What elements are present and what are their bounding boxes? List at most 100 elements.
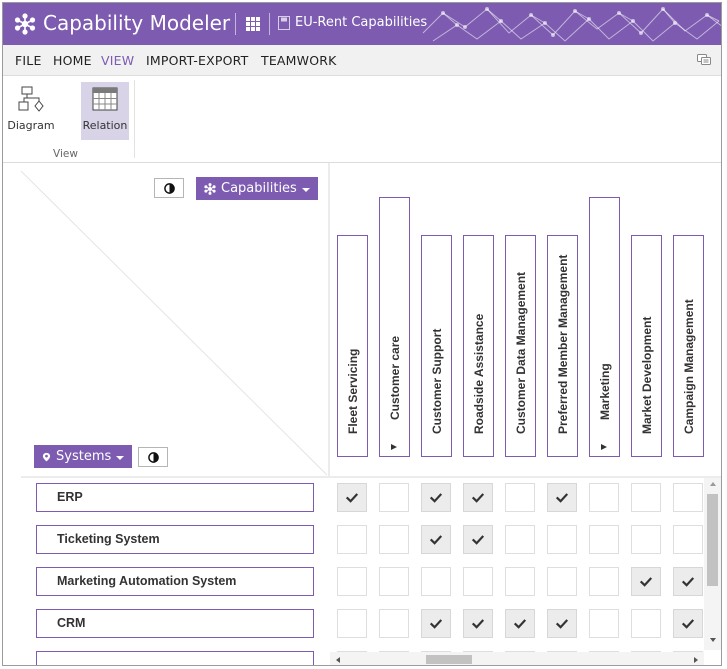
capability-column-label: Roadside Assistance	[471, 313, 486, 434]
document-title[interactable]: EU-Rent Capabilities	[295, 15, 427, 30]
matrix-cell-empty[interactable]	[631, 483, 661, 512]
capability-column-header[interactable]: Marketing	[589, 197, 620, 457]
matrix-cell-empty[interactable]	[631, 609, 661, 638]
capability-column-label: Marketing	[597, 363, 612, 420]
matrix-cell-empty[interactable]	[589, 483, 619, 512]
capability-column-header[interactable]: Preferred Member Management	[547, 235, 578, 457]
chat-icon[interactable]	[697, 54, 711, 66]
matrix-cell-checked[interactable]	[547, 609, 577, 638]
matrix-cell-empty[interactable]	[505, 567, 535, 596]
checkmark-icon	[472, 492, 484, 503]
system-row-header[interactable]: Marketing Automation System	[36, 567, 314, 596]
checkmark-icon	[682, 618, 694, 629]
menu-view[interactable]: VIEW	[101, 53, 134, 68]
matrix-cell-empty[interactable]	[673, 483, 703, 512]
scroll-down-icon[interactable]	[710, 638, 716, 642]
capabilities-contrast-toggle[interactable]	[154, 178, 184, 198]
ribbon-group-view-label: View	[53, 148, 78, 160]
matrix-cell-checked[interactable]	[337, 483, 367, 512]
capability-icon	[204, 182, 216, 195]
matrix-cell-checked[interactable]	[505, 609, 535, 638]
capability-column-header[interactable]: Customer Support	[421, 235, 452, 457]
matrix-cell-checked[interactable]	[547, 483, 577, 512]
relation-button-label: Relation	[82, 119, 128, 132]
horizontal-scrollbar[interactable]	[330, 652, 704, 665]
matrix-cell-empty[interactable]	[379, 609, 409, 638]
systems-dropdown-button[interactable]: Systems	[34, 445, 133, 468]
relation-button[interactable]: Relation	[81, 82, 129, 140]
vertical-scroll-thumb[interactable]	[707, 494, 718, 586]
matrix-cell-empty[interactable]	[547, 567, 577, 596]
matrix-cell-checked[interactable]	[421, 609, 451, 638]
matrix-cell-checked[interactable]	[421, 525, 451, 554]
menu-file[interactable]: FILE	[15, 53, 42, 68]
systems-contrast-toggle[interactable]	[138, 447, 168, 467]
matrix-cell-empty[interactable]	[589, 525, 619, 554]
capability-column-label: Customer care	[387, 335, 402, 420]
matrix-cell-empty[interactable]	[379, 525, 409, 554]
matrix-cell-checked[interactable]	[673, 609, 703, 638]
checkmark-icon	[682, 576, 694, 587]
relation-matrix: Capabilities Systems Fleet Servicing Cust…	[3, 163, 721, 665]
checkmark-icon	[430, 492, 442, 503]
capability-column-header[interactable]: Roadside Assistance	[463, 235, 494, 457]
capability-column-label: Customer Support	[429, 328, 444, 434]
checkmark-icon	[430, 618, 442, 629]
expand-triangle-icon[interactable]	[391, 444, 397, 450]
app-window: Capability Modeler EU-Rent Capabilities	[2, 2, 722, 666]
capabilities-dropdown-button[interactable]: Capabilities	[196, 177, 318, 200]
matrix-cell-checked[interactable]	[463, 483, 493, 512]
matrix-cell-checked[interactable]	[673, 567, 703, 596]
scroll-up-icon[interactable]	[710, 482, 716, 486]
matrix-cell-checked[interactable]	[631, 567, 661, 596]
matrix-cell-empty[interactable]	[505, 483, 535, 512]
system-row-header[interactable]: Ticketing System	[36, 525, 314, 554]
map-pin-icon	[42, 452, 51, 461]
matrix-cell-empty[interactable]	[337, 567, 367, 596]
systems-button-label: Systems	[56, 449, 112, 464]
matrix-cell-empty[interactable]	[463, 567, 493, 596]
matrix-cell-empty[interactable]	[673, 525, 703, 554]
diagram-icon	[18, 86, 44, 112]
matrix-cell-checked[interactable]	[463, 525, 493, 554]
chevron-down-icon	[301, 187, 310, 192]
checkmark-icon	[640, 576, 652, 587]
matrix-cell-empty[interactable]	[337, 609, 367, 638]
capability-column-header[interactable]: Customer Data Management	[505, 235, 536, 457]
chevron-down-icon	[116, 455, 125, 460]
capability-column-header[interactable]: Customer care	[379, 197, 410, 457]
matrix-cell-checked[interactable]	[421, 483, 451, 512]
menu-home[interactable]: HOME	[53, 53, 92, 68]
matrix-cell-empty[interactable]	[421, 567, 451, 596]
capability-column-header[interactable]: Market Development	[631, 235, 662, 457]
system-row-header[interactable]	[36, 651, 314, 665]
capability-column-label: Fleet Servicing	[345, 348, 360, 434]
relation-grid-icon	[92, 87, 118, 111]
diagram-button[interactable]: Diagram	[7, 82, 55, 140]
matrix-cell-empty[interactable]	[379, 567, 409, 596]
matrix-cell-empty[interactable]	[379, 483, 409, 512]
matrix-cell-empty[interactable]	[547, 525, 577, 554]
matrix-cell-empty[interactable]	[631, 525, 661, 554]
system-row-header[interactable]: CRM	[36, 609, 314, 638]
expand-triangle-icon[interactable]	[601, 444, 607, 450]
capability-column-header[interactable]: Fleet Servicing	[337, 235, 368, 457]
scroll-left-icon[interactable]	[336, 657, 340, 663]
checkmark-icon	[514, 618, 526, 629]
horizontal-scroll-thumb[interactable]	[426, 655, 472, 664]
save-disk-icon	[278, 16, 290, 30]
menu-teamwork[interactable]: TEAMWORK	[261, 53, 337, 68]
matrix-cell-empty[interactable]	[505, 525, 535, 554]
system-row-header[interactable]: ERP	[36, 483, 314, 512]
matrix-cell-checked[interactable]	[463, 609, 493, 638]
header-horizontal-separator	[21, 476, 721, 478]
matrix-cell-empty[interactable]	[589, 567, 619, 596]
matrix-cell-empty[interactable]	[337, 525, 367, 554]
capability-column-header[interactable]: Campaign Management	[673, 235, 704, 457]
contrast-icon	[163, 182, 175, 194]
menu-import-export[interactable]: IMPORT-EXPORT	[146, 53, 248, 68]
scroll-right-icon[interactable]	[694, 657, 698, 663]
vertical-scrollbar[interactable]	[704, 478, 721, 650]
matrix-cell-empty[interactable]	[589, 609, 619, 638]
app-grid-menu-icon[interactable]	[243, 14, 263, 34]
